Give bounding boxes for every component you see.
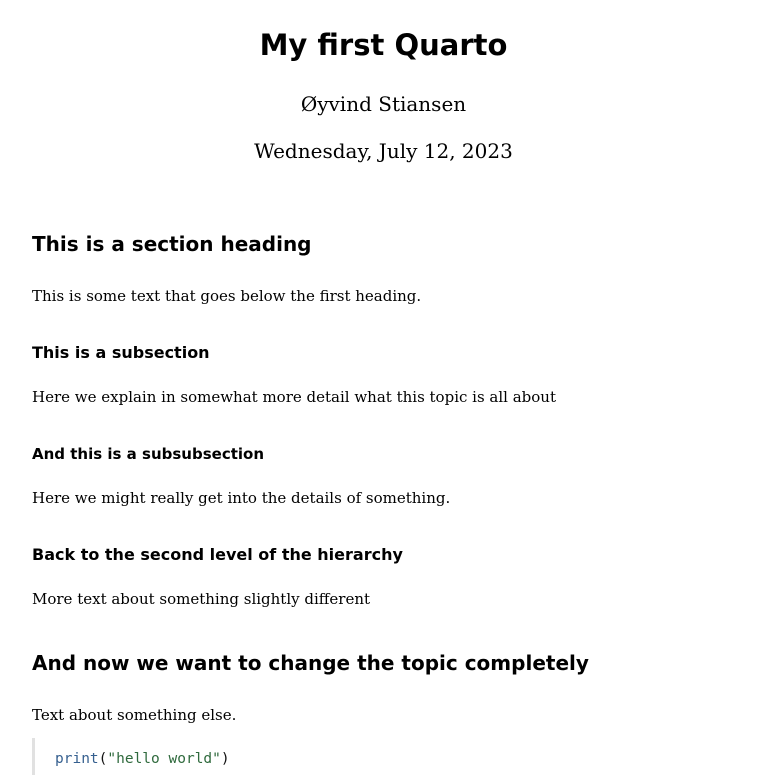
code-block: print("hello world")	[32, 738, 732, 775]
second-section-heading: And now we want to change the topic comp…	[32, 651, 589, 675]
code-function-token: print	[55, 751, 99, 767]
second-subsection-paragraph: More text about something slightly diffe…	[32, 590, 371, 608]
subsubsection-paragraph: Here we might really get into the detail…	[32, 489, 451, 507]
document-author: Øyvind Stiansen	[300, 92, 467, 116]
section-paragraph: This is some text that goes below the fi…	[32, 287, 422, 305]
second-subsection-heading: Back to the second level of the hierarch…	[32, 545, 403, 564]
document-title: My first Quarto	[259, 28, 508, 62]
code-string-token: "hello world"	[107, 751, 221, 767]
code-line: print("hello world")	[55, 738, 732, 769]
subsection-heading: This is a subsection	[32, 343, 210, 362]
subsubsection-heading: And this is a subsubsection	[32, 445, 265, 463]
document-date: Wednesday, July 12, 2023	[254, 139, 513, 163]
section-heading: This is a section heading	[32, 232, 312, 256]
code-close-paren: )	[220, 751, 230, 767]
subsection-paragraph: Here we explain in somewhat more detail …	[32, 388, 556, 406]
document-page: My first Quarto Øyvind Stiansen Wednesda…	[0, 0, 767, 775]
second-section-paragraph: Text about something else.	[32, 706, 237, 724]
